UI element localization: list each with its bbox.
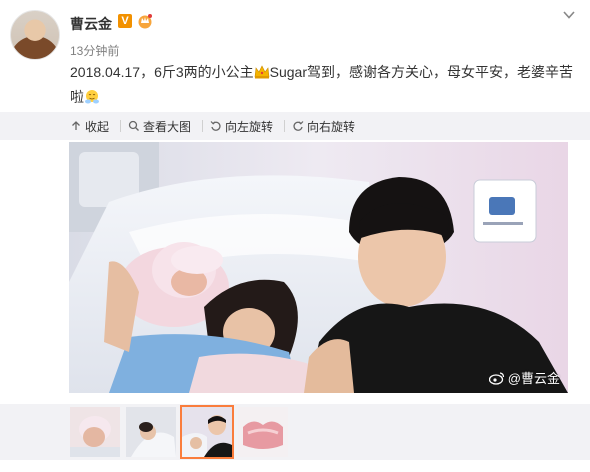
thumbnail-4[interactable]: [238, 407, 288, 457]
search-icon: [128, 120, 139, 131]
toolbar-divider: [120, 120, 121, 132]
image-toolbar: 收起 查看大图 向左旋转 向右旋转: [0, 112, 590, 140]
avatar[interactable]: [10, 10, 60, 60]
rotate-right-label: 向右旋转: [307, 119, 356, 134]
chevron-down-icon[interactable]: [562, 8, 576, 22]
thumbnail-strip: [0, 404, 590, 460]
member-crown-icon[interactable]: [137, 13, 153, 29]
toolbar-divider: [284, 120, 285, 132]
view-large-label: 查看大图: [143, 119, 192, 134]
thumbnail-2[interactable]: [126, 407, 176, 457]
toolbar-divider: [202, 120, 203, 132]
hug-emoji-icon: [85, 90, 99, 104]
rotate-left-label: 向左旋转: [225, 119, 274, 134]
arrow-up-icon: [72, 121, 80, 130]
rotate-left-button[interactable]: 向左旋转: [210, 112, 273, 140]
photo-watermark: @曹云金: [488, 368, 560, 387]
collapse-label: 收起: [85, 119, 110, 134]
rotate-right-button[interactable]: 向右旋转: [292, 112, 355, 140]
rotate-right-icon: [293, 121, 304, 131]
author-name[interactable]: 曹云金: [70, 14, 112, 34]
post-time[interactable]: 13分钟前: [70, 42, 119, 59]
thumbnail-3-selected[interactable]: [180, 405, 234, 459]
collapse-button[interactable]: 收起: [70, 112, 109, 140]
post-text: 2018.04.17，6斤3两的小公主 Sugar驾到，感谢各方关心，母女平安，…: [70, 60, 575, 110]
thumbnail-1[interactable]: [70, 407, 120, 457]
main-photo[interactable]: @曹云金: [69, 142, 568, 393]
weibo-icon: [488, 371, 504, 385]
view-large-button[interactable]: 查看大图: [128, 112, 191, 140]
crown-emoji-icon: [254, 65, 269, 79]
watermark-text: @曹云金: [507, 371, 560, 386]
hospital-family-photo: [69, 142, 568, 393]
rotate-left-icon: [210, 121, 221, 131]
verified-badge[interactable]: V: [118, 14, 132, 28]
post-text-part1: 2018.04.17，6斤3两的小公主: [70, 64, 254, 80]
